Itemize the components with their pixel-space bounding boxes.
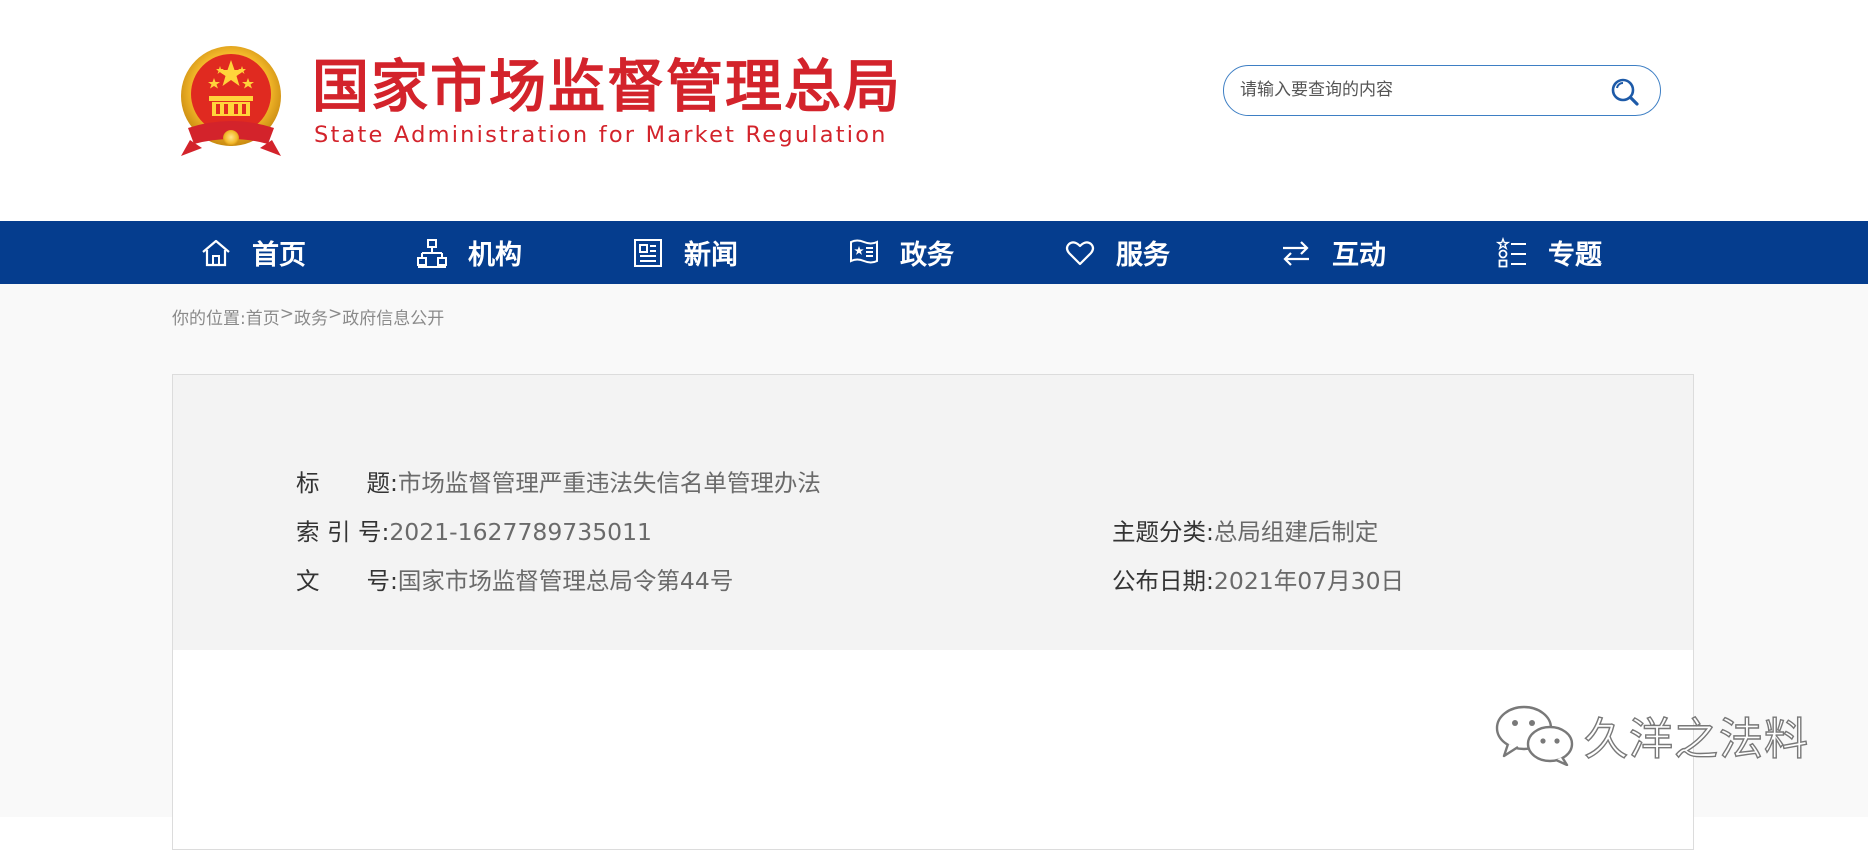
watermark-text: 久洋之法料 [1583, 713, 1809, 765]
newspaper-icon [634, 238, 662, 267]
nav-item-government-affairs[interactable]: 政务 [848, 221, 954, 284]
doc-number-value: 国家市场监督管理总局令第44号 [397, 567, 734, 595]
nav-label: 服务 [1116, 240, 1170, 271]
doc-index-row: 索 引 号:2021-1627789735011 [296, 516, 652, 548]
national-emblem-icon[interactable] [176, 44, 286, 158]
search-icon[interactable] [1610, 77, 1640, 107]
nav-label: 专题 [1548, 240, 1602, 271]
document-info-panel: 标 题:市场监督管理严重违法失信名单管理办法 索 引 号:2021-162778… [172, 374, 1694, 651]
government-badge-icon [850, 239, 878, 263]
breadcrumb-link-home[interactable]: 首页 [246, 304, 280, 329]
breadcrumb-link-government-affairs[interactable]: 政务 [294, 304, 328, 329]
site-title-cn: 国家市场监督管理总局 [312, 54, 902, 120]
doc-number-label: 文 号: [296, 567, 398, 595]
search-box [1223, 65, 1661, 116]
doc-date-label: 公布日期: [1112, 567, 1214, 595]
exchange-arrows-icon [1283, 240, 1309, 266]
doc-topic-label: 主题分类: [1112, 518, 1214, 546]
breadcrumb-link-info-disclosure[interactable]: 政府信息公开 [342, 304, 444, 329]
doc-topic-value: 总局组建后制定 [1213, 518, 1379, 546]
nav-item-interaction[interactable]: 互动 [1280, 221, 1386, 284]
main-nav: 首页 机构 新闻 政务 服务 互动 专题 [0, 221, 1868, 284]
site-header: 国家市场监督管理总局 State Administration for Mark… [0, 0, 1868, 221]
topic-list-icon [1496, 236, 1526, 267]
nav-label: 政务 [900, 240, 954, 271]
nav-item-news[interactable]: 新闻 [632, 221, 738, 284]
document-body-panel [172, 650, 1694, 850]
nav-item-services[interactable]: 服务 [1064, 221, 1170, 284]
watermark: 久洋之法料 [1494, 703, 1809, 767]
nav-item-home[interactable]: 首页 [200, 221, 306, 284]
nav-item-organization[interactable]: 机构 [416, 221, 522, 284]
nav-label: 首页 [252, 240, 306, 271]
doc-title-label: 标 题: [296, 469, 398, 497]
heart-icon [1065, 240, 1095, 265]
nav-label: 新闻 [684, 240, 738, 271]
nav-item-topics[interactable]: 专题 [1496, 221, 1602, 284]
doc-index-label: 索 引 号: [296, 518, 390, 546]
site-title-en: State Administration for Market Regulati… [314, 122, 888, 148]
org-chart-icon [417, 238, 447, 268]
doc-topic-row: 主题分类:总局组建后制定 [1112, 516, 1378, 548]
doc-date-value: 2021年07月30日 [1213, 567, 1405, 595]
nav-label: 互动 [1332, 240, 1386, 271]
breadcrumb-separator: > [279, 304, 294, 324]
doc-title-row: 标 题:市场监督管理严重违法失信名单管理办法 [296, 467, 821, 499]
doc-date-row: 公布日期:2021年07月30日 [1112, 565, 1404, 597]
nav-label: 机构 [468, 240, 522, 271]
home-icon [202, 239, 230, 266]
search-input[interactable] [1238, 74, 1588, 106]
breadcrumb-prefix: 你的位置: [172, 309, 246, 329]
doc-number-row: 文 号:国家市场监督管理总局令第44号 [296, 565, 733, 597]
wechat-icon [1495, 705, 1574, 766]
doc-title-value: 市场监督管理严重违法失信名单管理办法 [397, 469, 821, 497]
doc-index-value: 2021-1627789735011 [389, 518, 653, 546]
breadcrumb: 你的位置: 首页 > 政务 > 政府信息公开 [172, 304, 444, 329]
breadcrumb-separator: > [327, 304, 343, 324]
